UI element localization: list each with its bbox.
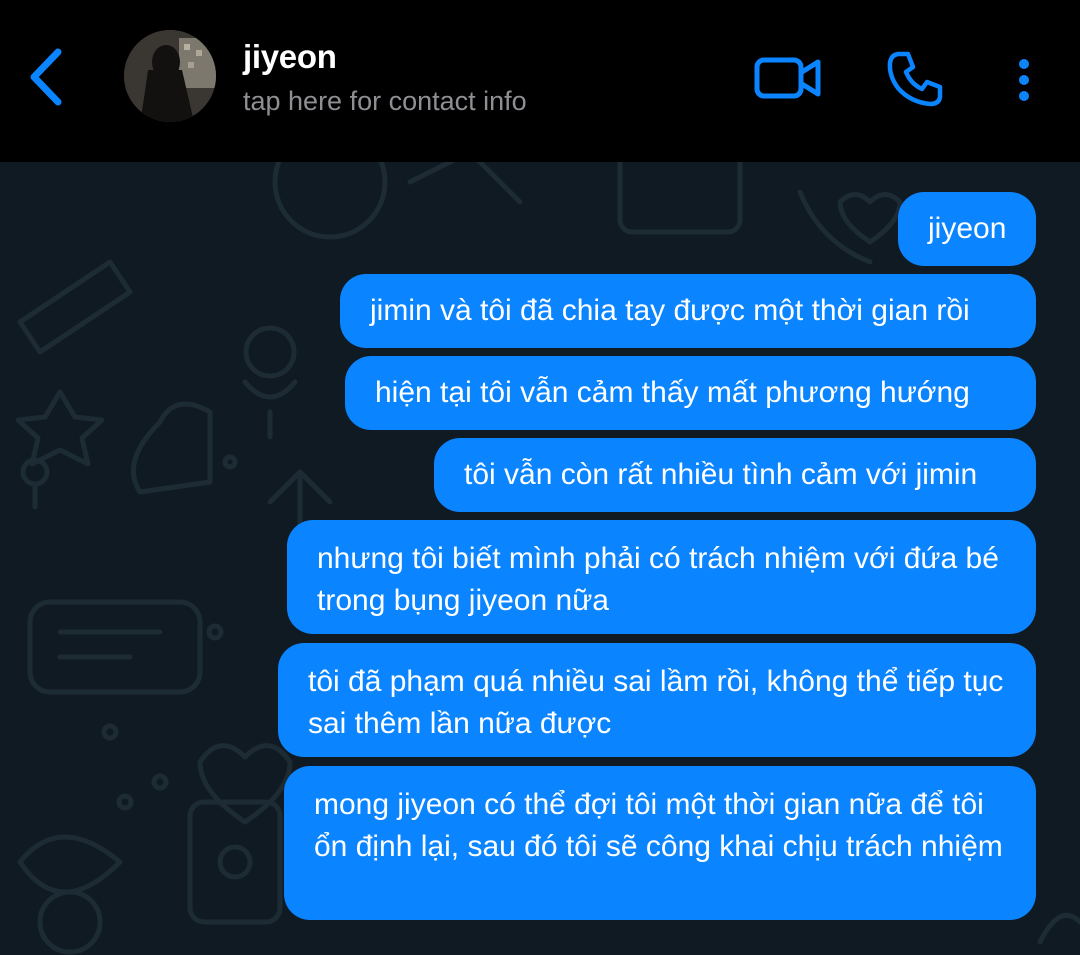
more-options-button[interactable] — [1004, 50, 1044, 110]
message-bubble[interactable]: hiện tại tôi vẫn cảm thấy mất phương hướ… — [345, 356, 1036, 430]
video-camera-icon — [754, 57, 821, 99]
chat-screen: jiyeon tap here for contact info jiyeon … — [0, 0, 1080, 955]
message-bubble[interactable]: tôi đã phạm quá nhiều sai lầm rồi, không… — [278, 643, 1036, 757]
phone-icon — [887, 51, 943, 107]
message-bubble[interactable]: mong jiyeon có thể đợi tôi một thời gian… — [284, 766, 1036, 920]
chat-header: jiyeon tap here for contact info — [0, 0, 1080, 162]
more-vertical-icon — [1019, 59, 1029, 101]
message-bubble[interactable]: tôi vẫn còn rất nhiều tình cảm với jimin — [434, 438, 1036, 512]
message-bubble[interactable]: jimin và tôi đã chia tay được một thời g… — [340, 274, 1036, 348]
contact-info-subtitle[interactable]: tap here for contact info — [243, 86, 527, 117]
message-bubble[interactable]: jiyeon — [898, 192, 1036, 266]
avatar-photo — [124, 30, 216, 122]
avatar[interactable] — [124, 30, 216, 122]
message-list[interactable]: jiyeon jimin và tôi đã chia tay được một… — [0, 162, 1080, 955]
voice-call-button[interactable] — [880, 44, 950, 114]
back-button[interactable] — [18, 42, 74, 112]
video-call-button[interactable] — [748, 48, 828, 108]
chevron-left-icon — [30, 48, 62, 106]
contact-name[interactable]: jiyeon — [243, 38, 337, 76]
message-bubble[interactable]: nhưng tôi biết mình phải có trách nhiệm … — [287, 520, 1036, 634]
